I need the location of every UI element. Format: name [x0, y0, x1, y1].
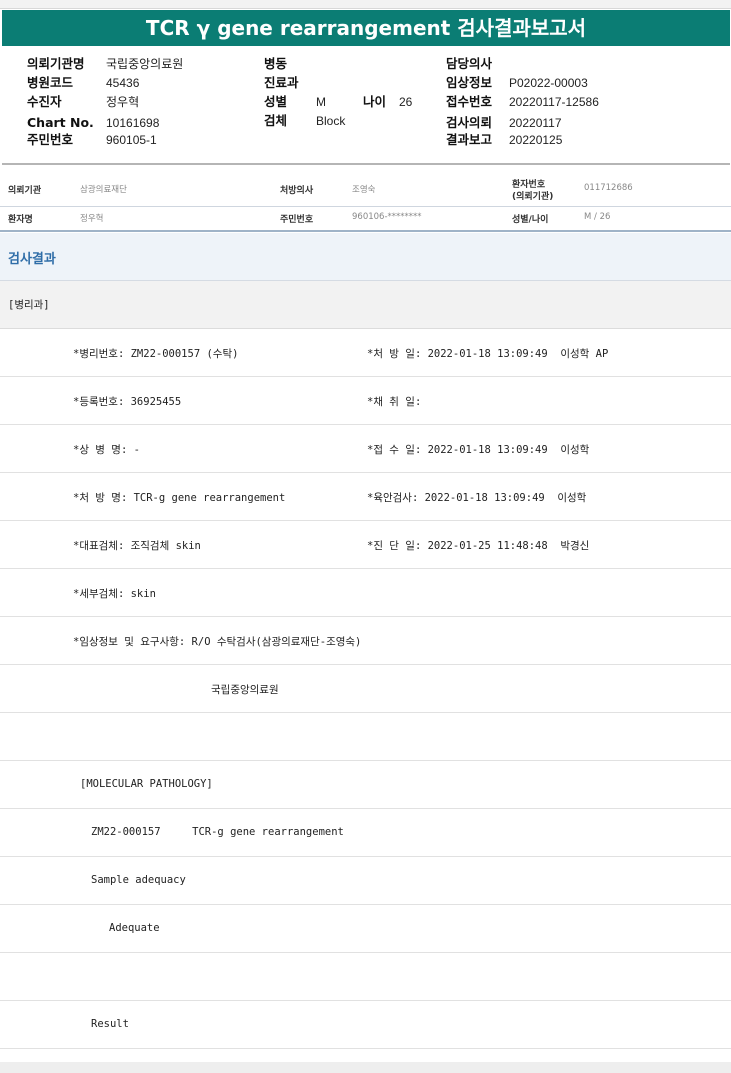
sex-label: 성별 — [264, 94, 288, 109]
receipt-date: *접 수 일: 2022-01-18 13:09:49 이성학 — [367, 444, 590, 456]
clinical-request: *임상정보 및 요구사항: R/O 수탁검사(삼광의료재단-조영숙) — [73, 636, 362, 648]
resident-no-label: 주민번호 — [27, 132, 74, 147]
patient-name-value: 정우혁 — [80, 214, 104, 224]
prescriber-value: 조영숙 — [352, 185, 376, 195]
result-row: ZM22-000157 TCR-g gene rearrangement — [0, 809, 731, 857]
collection-date: *채 취 일: — [367, 396, 422, 408]
result-row: *상 병 명: - *접 수 일: 2022-01-18 13:09:49 이성… — [0, 425, 731, 473]
patient-no-sublabel: (의뢰기관) — [512, 192, 554, 202]
header-divider — [2, 163, 730, 165]
bottom-scroll-strip — [0, 1062, 731, 1073]
result-row: Result — [0, 1001, 731, 1049]
prescription-name: *처 방 명: TCR-g gene rearrangement — [73, 492, 286, 504]
specimen-label: 검체 — [264, 113, 288, 128]
sample-adequacy-heading: Sample adequacy — [91, 874, 186, 886]
results-section-header: 검사결과 — [0, 233, 731, 281]
detail-specimen: *세부검체: skin — [73, 588, 156, 600]
section-title: 검사결과 — [8, 252, 56, 267]
patient-name-label: 환자명 — [8, 215, 33, 225]
result-row: Adequate — [0, 905, 731, 953]
patient-value: 정우혁 — [106, 95, 140, 109]
department-name: [병리과] — [8, 299, 50, 311]
result-heading: Result — [91, 1018, 129, 1030]
sex-age-label: 성별/나이 — [512, 215, 549, 225]
result-row — [0, 953, 731, 1001]
test-id-line: ZM22-000157 TCR-g gene rearrangement — [91, 826, 344, 838]
sample-adequacy-value: Adequate — [109, 922, 160, 934]
representative-specimen: *대표검체: 조직검체 skin — [73, 540, 201, 552]
result-row: *등록번호: 36925455 *채 취 일: — [0, 377, 731, 425]
result-row: *처 방 명: TCR-g gene rearrangement *육안검사: … — [0, 473, 731, 521]
patient-no-value: 011712686 — [584, 183, 633, 193]
result-row: *세부검체: skin — [0, 569, 731, 617]
age-label: 나이 — [363, 94, 387, 109]
receipt-no-value: 20220117-12586 — [509, 95, 599, 109]
request-date-label: 검사의뢰 — [446, 115, 493, 130]
prescription-date: *처 방 일: 2022-01-18 13:09:49 이성학 AP — [367, 348, 609, 360]
age-value: 26 — [399, 95, 413, 109]
chart-no-value: 10161698 — [106, 116, 160, 130]
hospital-name-value: 국립중앙의료원 — [106, 57, 184, 71]
report-date-value: 20220125 — [509, 133, 563, 147]
prescriber-label: 처방의사 — [280, 186, 314, 196]
chart-no-label: Chart No. — [27, 115, 94, 130]
clinical-info-label: 임상정보 — [446, 75, 493, 90]
molecular-pathology-heading: [MOLECULAR PATHOLOGY] — [80, 778, 213, 790]
resident-number-value: 960106-******** — [352, 212, 422, 222]
requesting-org-value: 삼광의료재단 — [80, 185, 127, 195]
result-row: [MOLECULAR PATHOLOGY] — [0, 761, 731, 809]
clinical-info-value: P02022-00003 — [509, 76, 588, 90]
info-row: 환자명 정우혁 주민번호 960106-******** 성별/나이 M / 2… — [0, 206, 731, 232]
doctor-label: 담당의사 — [446, 56, 493, 71]
result-row: 국립중앙의료원 — [0, 665, 731, 713]
sex-age-value: M / 26 — [584, 212, 611, 222]
result-row: *임상정보 및 요구사항: R/O 수탁검사(삼광의료재단-조영숙) — [0, 617, 731, 665]
requesting-org-label: 의뢰기관 — [8, 186, 42, 196]
hospital-code-value: 45436 — [106, 76, 140, 90]
receipt-no-label: 접수번호 — [446, 94, 493, 109]
hospital-code-label: 병원코드 — [27, 75, 74, 90]
specimen-value: Block — [316, 114, 346, 128]
result-row — [0, 713, 731, 761]
result-row: Sample adequacy — [0, 857, 731, 905]
diagnosis-date: *진 단 일: 2022-01-25 11:48:48 박경신 — [367, 540, 590, 552]
department-row: [병리과] — [0, 281, 731, 329]
institution-name: 국립중앙의료원 — [211, 684, 279, 696]
patient-label: 수진자 — [27, 94, 62, 109]
resident-number-label: 주민번호 — [280, 215, 314, 225]
window-top-strip — [0, 0, 731, 9]
report-title: TCR γ gene rearrangement 검사결과보고서 — [2, 10, 730, 46]
diagnosis-name: *상 병 명: - — [73, 444, 140, 456]
pathology-number: *병리번호: ZM22-000157 (수탁) — [73, 348, 239, 360]
request-date-value: 20220117 — [509, 116, 562, 130]
hospital-name-label: 의뢰기관명 — [27, 56, 85, 71]
resident-no-value: 960105-1 — [106, 133, 157, 147]
sex-value: M — [316, 95, 326, 109]
ward-label: 병동 — [264, 56, 288, 71]
gross-exam-date: *육안검사: 2022-01-18 13:09:49 이성학 — [367, 492, 587, 504]
report-date-label: 결과보고 — [446, 132, 493, 147]
result-row: *대표검체: 조직검체 skin *진 단 일: 2022-01-25 11:4… — [0, 521, 731, 569]
info-row: 의뢰기관 삼광의료재단 처방의사 조영숙 환자번호 (의뢰기관) 0117126… — [0, 170, 731, 207]
patient-info-table: 의뢰기관 삼광의료재단 처방의사 조영숙 환자번호 (의뢰기관) 0117126… — [0, 170, 731, 232]
registration-number: *등록번호: 36925455 — [73, 396, 182, 408]
department-label: 진료과 — [264, 75, 299, 90]
result-row: *병리번호: ZM22-000157 (수탁) *처 방 일: 2022-01-… — [0, 329, 731, 377]
